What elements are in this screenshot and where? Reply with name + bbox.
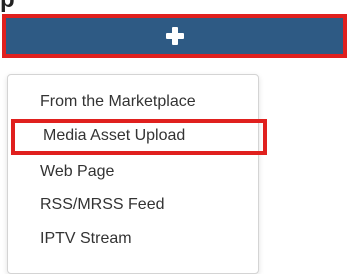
top-cutoff-text: p (0, 0, 351, 14)
menu-item-rss-feed[interactable]: RSS/MRSS Feed (8, 188, 260, 222)
add-dropdown-menu: From the Marketplace Media Asset Upload … (7, 74, 267, 274)
menu-item-iptv-stream[interactable]: IPTV Stream (8, 222, 260, 256)
add-new-button[interactable] (2, 14, 347, 58)
plus-icon (165, 27, 184, 45)
cutoff-glyph: p (0, 0, 15, 12)
menu-item-web-page[interactable]: Web Page (8, 155, 260, 189)
menu-item-marketplace[interactable]: From the Marketplace (8, 85, 260, 119)
menu-item-media-asset-upload[interactable]: Media Asset Upload (11, 119, 267, 155)
